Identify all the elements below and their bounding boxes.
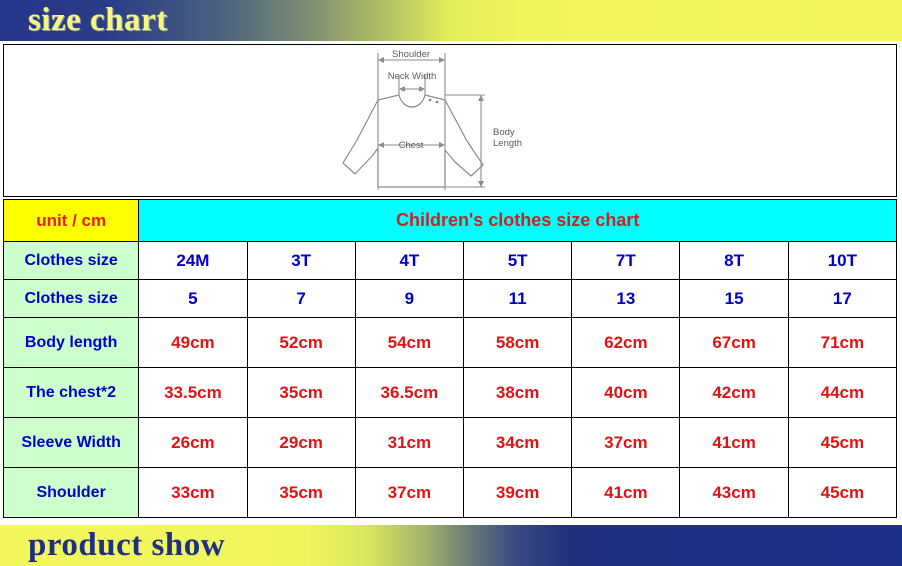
label-body-length-1: Body — [493, 127, 515, 138]
table-cell: 3T — [246, 241, 356, 280]
bottom-banner: product show — [0, 525, 902, 566]
table-cell: 39cm — [462, 467, 573, 518]
table-cell: 33.5cm — [138, 367, 248, 418]
label-neck-width: Neck Width — [388, 71, 437, 82]
size-chart-page: size chart Shoulder Neck Width Chest Bod… — [0, 0, 902, 566]
table-cell: 67cm — [679, 317, 789, 368]
diagram-panel: Shoulder Neck Width Chest Body Length — [3, 44, 897, 197]
table-cell: 8T — [679, 241, 789, 280]
size-chart-table: unit / cm Children's clothes size chart … — [2, 199, 898, 518]
table-cell: 37cm — [571, 417, 681, 468]
table-cell: 7 — [246, 279, 356, 318]
table-row: Shoulder 33cm 35cm 37cm 39cm 41cm 43cm 4… — [2, 467, 898, 518]
table-cell: 35cm — [246, 467, 356, 518]
table-cell: 62cm — [571, 317, 681, 368]
row-label: Body length — [2, 317, 140, 368]
table-cell: 43cm — [679, 467, 789, 518]
table-cell: 33cm — [138, 467, 248, 518]
table-cell: 58cm — [462, 317, 573, 368]
table-cell: 45cm — [787, 467, 898, 518]
table-cell: 38cm — [462, 367, 573, 418]
table-cell: 42cm — [679, 367, 789, 418]
table-cell: 7T — [571, 241, 681, 280]
table-title-cell: Children's clothes size chart — [138, 199, 897, 242]
row-label: Shoulder — [2, 467, 140, 518]
table-cell: 17 — [787, 279, 898, 318]
row-label: Sleeve Width — [2, 417, 140, 468]
table-row: The chest*2 33.5cm 35cm 36.5cm 38cm 40cm… — [2, 367, 898, 418]
table-cell: 5T — [462, 241, 573, 280]
row-label: Clothes size — [2, 279, 140, 318]
table-cell: 24M — [138, 241, 248, 280]
unit-cell: unit / cm — [2, 199, 140, 242]
table-cell: 31cm — [354, 417, 465, 468]
table-cell: 49cm — [138, 317, 248, 368]
garment-diagram: Shoulder Neck Width Chest Body Length — [335, 45, 565, 196]
table-cell: 52cm — [246, 317, 356, 368]
table-cell: 34cm — [462, 417, 573, 468]
top-banner-title: size chart — [28, 1, 168, 38]
table-row: Clothes size 24M 3T 4T 5T 7T 8T 10T — [2, 241, 898, 280]
table-header-row: unit / cm Children's clothes size chart — [2, 199, 897, 242]
table-cell: 4T — [354, 241, 465, 280]
table-row: Body length 49cm 52cm 54cm 58cm 62cm 67c… — [2, 317, 898, 368]
row-label: The chest*2 — [2, 367, 140, 418]
table-cell: 11 — [462, 279, 573, 318]
table-cell: 36.5cm — [354, 367, 465, 418]
table-row: Sleeve Width 26cm 29cm 31cm 34cm 37cm 41… — [2, 417, 898, 468]
table-cell: 40cm — [571, 367, 681, 418]
table-cell: 35cm — [246, 367, 356, 418]
table-cell: 54cm — [354, 317, 465, 368]
table-cell: 44cm — [787, 367, 898, 418]
label-body-length-2: Length — [493, 138, 522, 149]
table-cell: 13 — [571, 279, 681, 318]
label-shoulder: Shoulder — [392, 49, 430, 60]
table-cell: 71cm — [787, 317, 898, 368]
table-cell: 5 — [138, 279, 248, 318]
garment-measurement-icon: Shoulder Neck Width Chest Body Length — [342, 49, 522, 190]
table-cell: 15 — [679, 279, 789, 318]
row-label: Clothes size — [2, 241, 140, 280]
label-chest: Chest — [399, 140, 424, 151]
table-cell: 45cm — [787, 417, 898, 468]
table-cell: 41cm — [571, 467, 681, 518]
table-cell: 29cm — [246, 417, 356, 468]
bottom-banner-title: product show — [28, 526, 226, 563]
table-cell: 10T — [787, 241, 898, 280]
table-cell: 9 — [354, 279, 465, 318]
table-cell: 37cm — [354, 467, 465, 518]
table-cell: 41cm — [679, 417, 789, 468]
table-row: Clothes size 5 7 9 11 13 15 17 — [2, 279, 898, 318]
top-banner: size chart — [0, 0, 902, 41]
table-cell: 26cm — [138, 417, 248, 468]
